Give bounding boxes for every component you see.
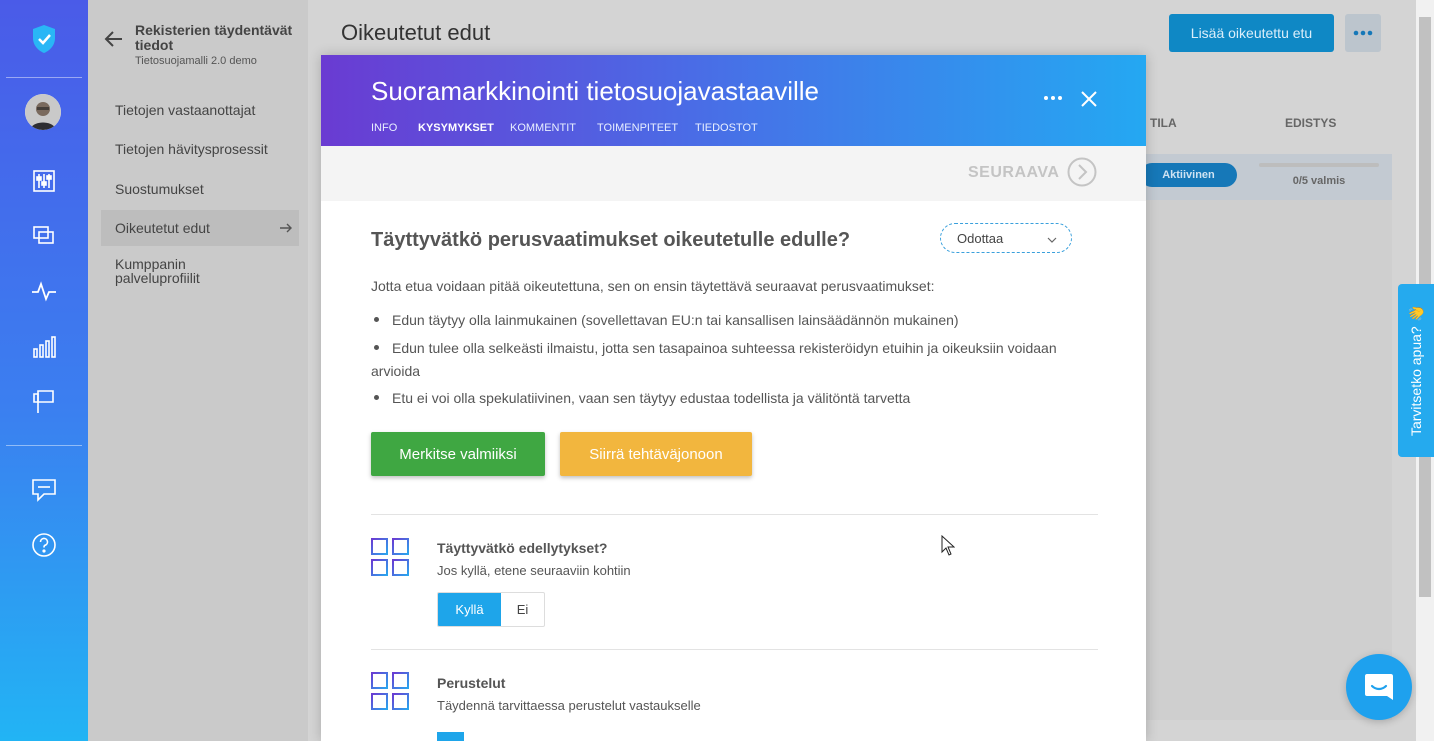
option-yes-button[interactable]: Kyllä	[438, 593, 501, 626]
flag-icon[interactable]	[29, 386, 59, 416]
bullet-text: Edun täytyy olla lainmukainen (sovellett…	[392, 312, 959, 328]
close-icon[interactable]	[1078, 88, 1100, 110]
tab-info[interactable]: INFO	[371, 122, 397, 134]
arrow-right-icon	[279, 221, 293, 238]
question-status-select[interactable]: Odottaa	[940, 223, 1072, 253]
more-options-button[interactable]	[1345, 14, 1381, 52]
status-badge: Aktiivinen	[1140, 163, 1237, 187]
shield-check-icon[interactable]	[29, 24, 59, 54]
help-tab[interactable]: Tarvitsetko apua? 👋	[1398, 284, 1434, 457]
chat-launcher-button[interactable]	[1346, 654, 1412, 720]
page-title: Oikeutetut edut	[341, 20, 491, 45]
table-body	[1146, 200, 1392, 720]
progress-text: 0/5 valmis	[1292, 175, 1346, 187]
nav-item-label: Tietojen hävitysprosessit	[115, 141, 268, 157]
next-label[interactable]: SEURAAVA	[968, 164, 1059, 182]
list-item: Edun täytyy olla lainmukainen (sovellett…	[371, 309, 1071, 332]
yes-no-toggle: Kyllä Ei	[437, 592, 545, 627]
chevron-down-icon	[1047, 233, 1057, 243]
modal-dialog: Suoramarkkinointi tietosuojavastaaville …	[321, 55, 1146, 741]
avatar[interactable]	[25, 94, 61, 130]
nav-item-kumppanin-palveluprofiilit[interactable]: Kumppanin palveluprofiilit	[101, 257, 251, 291]
modal-title: Suoramarkkinointi tietosuojavastaaville	[371, 76, 820, 106]
nav-item-label: Tietojen vastaanottajat	[115, 102, 256, 118]
tab-kommentit[interactable]: KOMMENTIT	[510, 122, 576, 134]
subquestion-text: Jos kyllä, etene seuraaviin kohtiin	[437, 563, 631, 578]
subquestion-title: Täyttyvätkö edellytykset?	[437, 540, 608, 556]
subquestion-text: Täydennä tarvittaessa perustelut vastauk…	[437, 698, 701, 713]
list-item: Etu ei voi olla spekulatiivinen, vaan se…	[371, 387, 1071, 410]
nav-item-label: Suostumukset	[115, 181, 204, 197]
bullet-text: Edun tulee olla selkeästi ilmaistu, jott…	[371, 340, 1057, 379]
nav-item-label: Oikeutetut edut	[115, 220, 210, 236]
help-tab-label: Tarvitsetko apua? 👋	[1407, 304, 1424, 437]
bar-chart-icon[interactable]	[29, 332, 59, 362]
tab-tiedostot[interactable]: TIEDOSTOT	[695, 122, 758, 134]
nav-item-oikeutetut-edut[interactable]: Oikeutetut edut	[101, 210, 299, 246]
checklist-grid-icon	[371, 672, 409, 710]
status-select-value: Odottaa	[957, 230, 1004, 246]
windows-icon[interactable]	[29, 221, 59, 251]
modal-more-icon[interactable]	[1041, 88, 1065, 108]
question-intro: Jotta etua voidaan pitää oikeutettuna, s…	[371, 278, 935, 294]
rail-divider	[6, 445, 82, 446]
tab-toimenpiteet[interactable]: TOIMENPITEET	[597, 122, 678, 134]
rail-divider	[6, 77, 82, 78]
more-icon	[1353, 30, 1373, 36]
help-icon[interactable]	[29, 530, 59, 560]
chat-bubble-icon	[1365, 674, 1393, 700]
tab-kysymykset[interactable]: KYSYMYKSET	[418, 122, 494, 134]
column-header-status[interactable]: TILA	[1150, 116, 1177, 130]
nav-subtitle: Tietosuojamalli 2.0 demo	[135, 55, 257, 67]
list-item: Edun tulee olla selkeästi ilmaistu, jott…	[371, 337, 1071, 383]
nav-item-suostumukset[interactable]: Suostumukset	[101, 171, 299, 207]
modal-header: Suoramarkkinointi tietosuojavastaaville …	[321, 55, 1146, 146]
mouse-cursor-icon	[941, 534, 956, 557]
nav-item-label: Kumppanin palveluprofiilit	[115, 256, 200, 286]
divider	[371, 514, 1098, 515]
mark-done-button[interactable]: Merkitse valmiiksi	[371, 432, 545, 476]
sliders-icon[interactable]	[29, 166, 59, 196]
question-title: Täyttyvätkö perusvaatimukset oikeutetull…	[371, 229, 851, 251]
progress-bar	[1259, 163, 1379, 167]
move-to-queue-button[interactable]: Siirrä tehtäväjonoon	[560, 432, 752, 476]
icon-rail	[0, 0, 88, 741]
nav-item-havitysprosessit[interactable]: Tietojen hävitysprosessit	[101, 131, 299, 167]
add-legitimate-interest-button[interactable]: Lisää oikeutettu etu	[1169, 14, 1334, 52]
nav-item-vastaanottajat[interactable]: Tietojen vastaanottajat	[101, 92, 299, 128]
divider	[371, 649, 1098, 650]
edit-button[interactable]	[437, 732, 464, 741]
activity-icon[interactable]	[29, 276, 59, 306]
subquestion-title: Perustelut	[437, 675, 506, 691]
nav-title: Rekisterien täydentävät tiedot	[135, 22, 293, 53]
bullet-text: Etu ei voi olla spekulatiivinen, vaan se…	[392, 390, 911, 406]
chevron-right-circle-icon[interactable]	[1067, 157, 1097, 187]
back-arrow-icon[interactable]	[103, 28, 125, 50]
option-no-button[interactable]: Ei	[501, 593, 544, 626]
checklist-grid-icon	[371, 538, 409, 576]
chat-icon[interactable]	[29, 475, 59, 505]
column-header-progress[interactable]: EDISTYS	[1285, 116, 1336, 130]
